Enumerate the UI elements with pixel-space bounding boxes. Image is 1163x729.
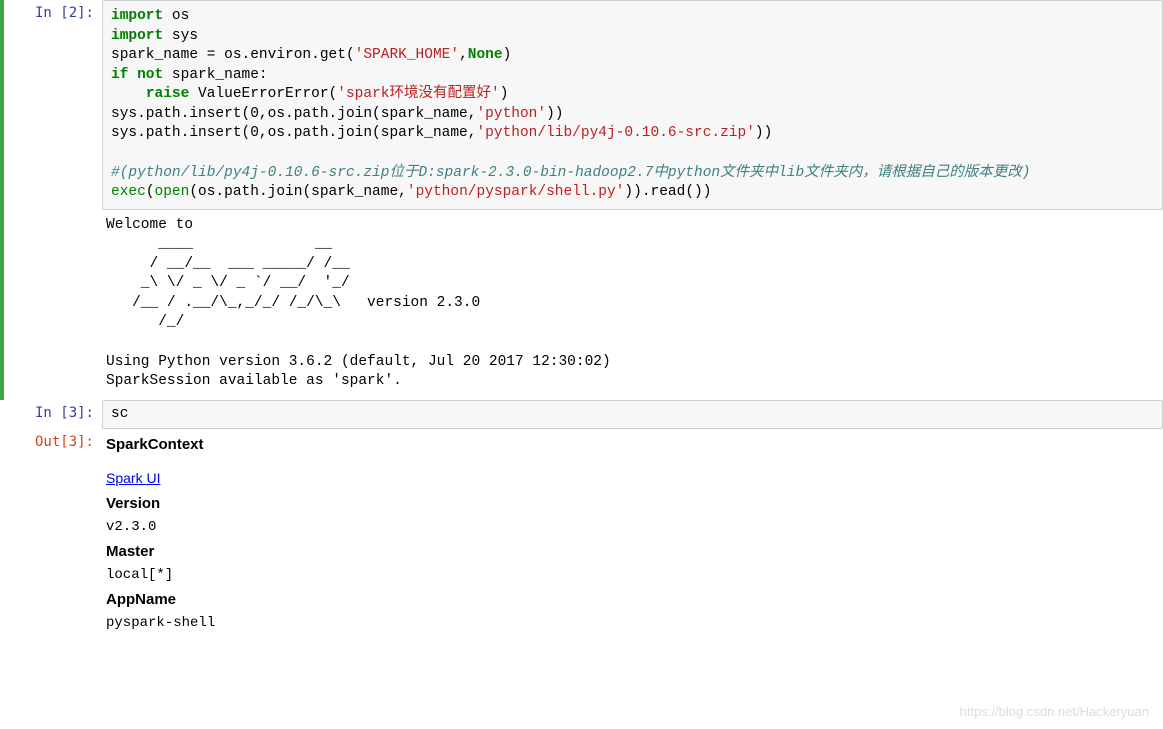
stdout-output-2: Welcome to ____ __ / __/__ ___ _____/ /_…	[102, 210, 1163, 392]
appname-value: pyspark-shell	[106, 612, 1159, 634]
master-value: local[*]	[106, 564, 1159, 586]
watermark-text: https://blog.csdn.net/Hackeryuan	[960, 704, 1149, 719]
master-heading: Master	[106, 540, 1159, 564]
notebook-cell-3: In [3]: sc	[0, 400, 1163, 430]
rich-output-3: SparkContext Spark UI Version v2.3.0 Mas…	[102, 429, 1163, 645]
notebook-cell-2: In [2]: import os import sys spark_name …	[0, 0, 1163, 400]
version-heading: Version	[106, 492, 1159, 516]
code-input-3[interactable]: sc	[102, 400, 1163, 430]
sparkcontext-title: SparkContext	[106, 433, 1159, 457]
version-value: v2.3.0	[106, 516, 1159, 538]
appname-heading: AppName	[106, 588, 1159, 612]
spark-ui-link[interactable]: Spark UI	[106, 470, 160, 486]
notebook-cell-3-output: Out[3]: SparkContext Spark UI Version v2…	[0, 429, 1163, 645]
in-prompt-2: In [2]:	[4, 0, 102, 400]
in-prompt-3: In [3]:	[4, 400, 102, 430]
code-input-2[interactable]: import os import sys spark_name = os.env…	[102, 0, 1163, 210]
out-prompt-3: Out[3]:	[4, 429, 102, 645]
